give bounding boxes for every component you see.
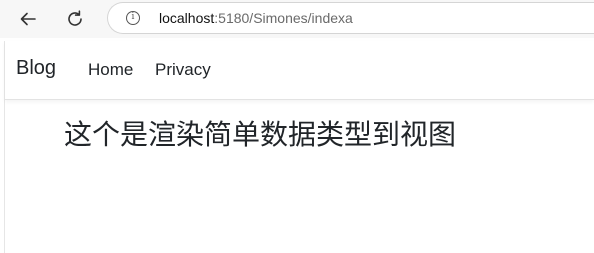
reload-button[interactable] <box>61 5 89 33</box>
url-path: :5180/Simones/indexa <box>214 10 353 26</box>
back-button[interactable] <box>14 5 42 33</box>
url-text[interactable]: localhost:5180/Simones/indexa <box>159 10 353 26</box>
back-arrow-icon <box>20 12 36 26</box>
reload-icon <box>68 10 82 26</box>
info-icon[interactable]: i <box>126 11 140 25</box>
nav-link-home[interactable]: Home <box>88 60 133 80</box>
url-host: localhost <box>159 10 215 26</box>
nav-link-privacy[interactable]: Privacy <box>155 60 211 80</box>
site-navbar: Blog Home Privacy <box>5 41 594 100</box>
browser-toolbar: i localhost:5180/Simones/indexa <box>0 0 594 38</box>
page-heading: 这个是渲染简单数据类型到视图 <box>64 118 457 151</box>
navbar-brand[interactable]: Blog <box>16 57 56 80</box>
address-bar[interactable]: i localhost:5180/Simones/indexa <box>107 2 594 34</box>
